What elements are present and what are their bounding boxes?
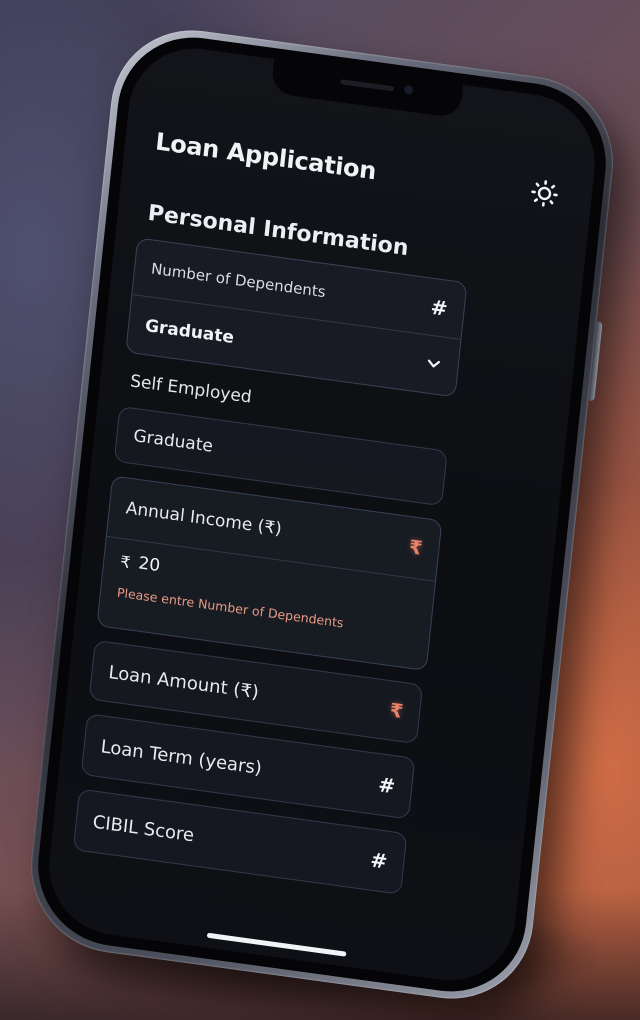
education-select-value: Graduate (144, 315, 235, 348)
cibil-score-label: CIBIL Score (91, 811, 196, 846)
sun-icon (531, 180, 558, 207)
annual-income-group: Annual Income (₹) ₹ ₹ 20 Please entre Nu… (96, 475, 443, 672)
dependents-placeholder: Number of Dependents (150, 259, 327, 302)
hash-icon: # (369, 847, 389, 874)
personal-info-group: Number of Dependents # Graduate (125, 237, 468, 398)
loan-amount-label: Loan Amount (₹) (107, 661, 260, 703)
page-title: Loan Application (154, 127, 378, 186)
self-employed-value: Graduate (132, 426, 214, 457)
currency-symbol: ₹ (119, 551, 132, 572)
rupee-icon: ₹ (407, 536, 424, 560)
annual-income-label: Annual Income (₹) (124, 498, 283, 540)
rupee-icon: ₹ (388, 699, 405, 723)
phone-screen: Loan Application Personal Information Nu… (42, 40, 602, 989)
loan-term-label: Loan Term (years) (99, 735, 263, 779)
home-indicator[interactable] (206, 932, 347, 957)
phone-device: Loan Application Personal Information Nu… (22, 19, 622, 1010)
self-employed-label: Self Employed (129, 371, 253, 408)
phone-bezel: Loan Application Personal Information Nu… (30, 27, 614, 1002)
side-button (588, 321, 603, 402)
loan-form: Loan Application Personal Information Nu… (43, 40, 602, 989)
hash-icon: # (377, 772, 397, 799)
theme-toggle-button[interactable] (528, 177, 561, 211)
annual-income-value: 20 (137, 553, 162, 577)
chevron-down-icon (425, 354, 443, 376)
hash-icon: # (429, 294, 449, 321)
